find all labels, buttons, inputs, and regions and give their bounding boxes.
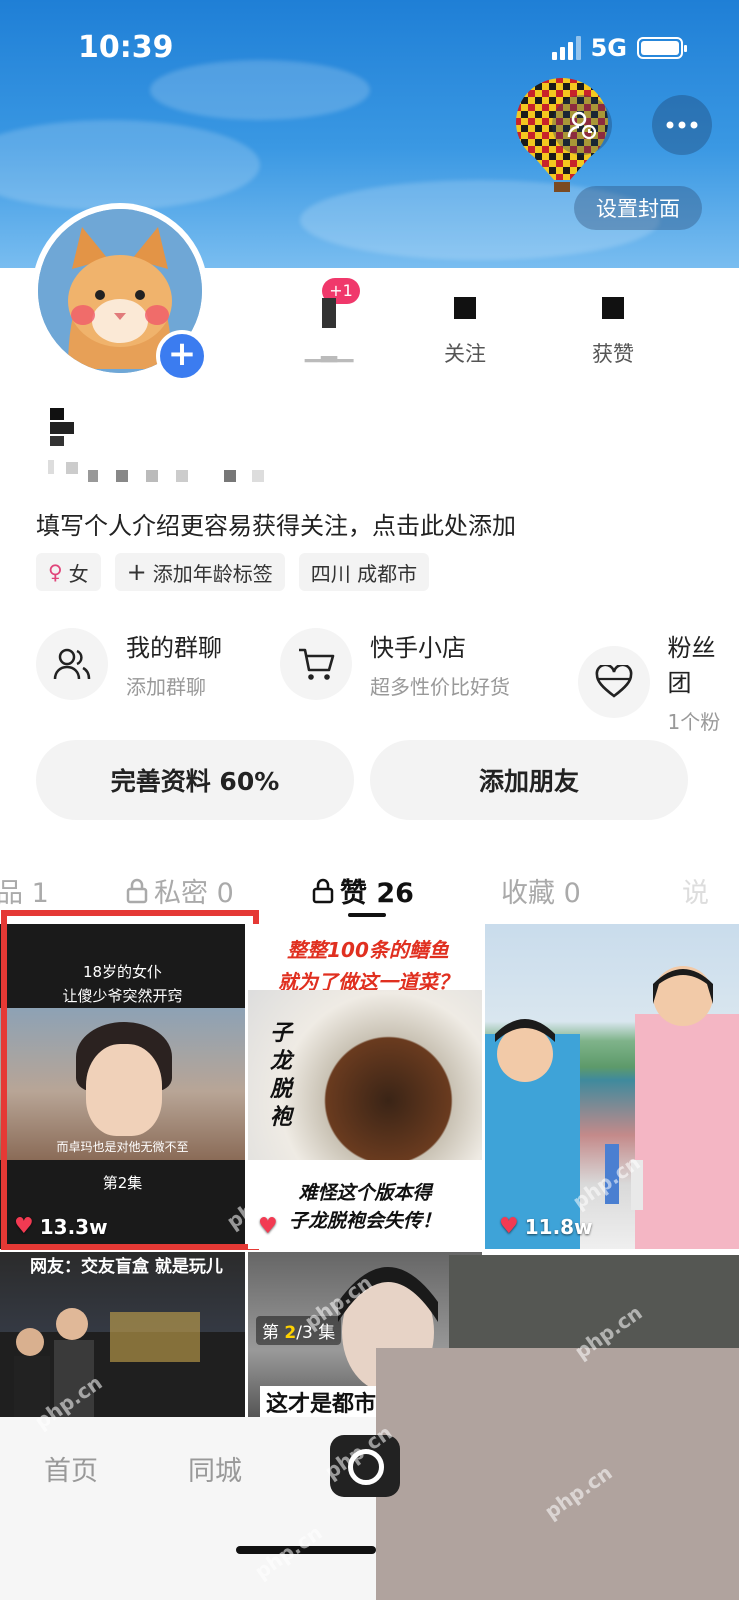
video-title: 网友：交友盲盒 就是玩儿 bbox=[30, 1257, 223, 1277]
bio-placeholder[interactable]: 填写个人介绍更容易获得关注，点击此处添加 bbox=[36, 506, 516, 541]
network-type: 5G bbox=[590, 34, 627, 62]
more-button[interactable] bbox=[652, 95, 712, 155]
service-subtitle: 1个粉 bbox=[667, 710, 721, 734]
tab-label: 品 1 bbox=[0, 878, 49, 909]
tab-favorites[interactable]: 收藏 0 bbox=[501, 871, 581, 910]
service-fan-group[interactable]: 粉丝团 1个粉 bbox=[578, 628, 739, 735]
tab-label: 收藏 0 bbox=[501, 878, 581, 909]
like-count: ♥ bbox=[258, 1214, 278, 1239]
bottom-navigation: 首页 同城 bbox=[0, 1417, 400, 1600]
service-title: 我的群聊 bbox=[126, 634, 222, 662]
stat-fans[interactable]: ▁▂▁ bbox=[274, 290, 384, 362]
status-indicators: 5G bbox=[551, 34, 687, 62]
stat-likes[interactable]: 获赞 bbox=[558, 290, 668, 368]
set-cover-button[interactable]: 设置封面 bbox=[574, 186, 702, 230]
location-label: 四川 成都市 bbox=[310, 561, 418, 586]
video-title: 整整100条的鳝鱼 就为了做这一道菜？ bbox=[278, 938, 458, 994]
video-tile[interactable]: ♥ 11.8w bbox=[485, 924, 739, 1249]
stat-label-redacted: ▁▂▁ bbox=[304, 338, 354, 362]
tab-label: 赞 26 bbox=[340, 878, 414, 909]
person-clock-icon bbox=[567, 111, 597, 140]
heart-icon: ♥ bbox=[258, 1214, 278, 1239]
video-caption: 这才是都市 bbox=[260, 1386, 383, 1417]
service-group-chat[interactable]: 我的群聊 添加群聊 bbox=[36, 628, 222, 700]
stat-label: 获赞 bbox=[592, 342, 634, 366]
gender-tag[interactable]: ♀ 女 bbox=[36, 553, 101, 591]
tab-private[interactable]: 私密 0 bbox=[126, 871, 234, 910]
heart-icon: ♥ bbox=[499, 1214, 519, 1239]
plus-icon: + bbox=[126, 558, 147, 586]
gender-label: 女 bbox=[68, 561, 89, 586]
profile-page: 10:39 5G 设置封面 + +1 ▁▂▁ 关注 获赞 填写个人介绍更容易获得… bbox=[0, 0, 739, 1600]
more-dots-icon bbox=[666, 121, 698, 129]
location-tag[interactable]: 四川 成都市 bbox=[298, 553, 430, 591]
add-age-tag[interactable]: + 添加年龄标签 bbox=[114, 553, 285, 591]
complete-profile-button[interactable]: 完善资料 60% bbox=[36, 740, 354, 820]
stat-value-redacted bbox=[558, 290, 668, 326]
age-tag-label: 添加年龄标签 bbox=[152, 561, 273, 586]
video-tile[interactable]: 网友：交友盲盒 就是玩儿 bbox=[0, 1252, 245, 1417]
profile-tags: ♀ 女 + 添加年龄标签 四川 成都市 bbox=[36, 553, 430, 591]
service-shop[interactable]: 快手小店 超多性价比好货 bbox=[280, 628, 510, 700]
visitors-button[interactable] bbox=[552, 95, 612, 155]
female-icon: ♀ bbox=[48, 560, 63, 584]
active-tab-indicator bbox=[348, 913, 386, 917]
group-icon bbox=[36, 628, 108, 700]
stat-label: 关注 bbox=[444, 342, 486, 366]
service-subtitle: 添加群聊 bbox=[126, 675, 206, 699]
service-subtitle: 超多性价比好货 bbox=[370, 675, 510, 699]
stat-value-redacted bbox=[274, 290, 384, 328]
add-friend-button[interactable]: 添加朋友 bbox=[370, 740, 688, 820]
tab-works[interactable]: 品 1 bbox=[0, 871, 49, 910]
lock-icon bbox=[312, 878, 334, 903]
nav-local[interactable]: 同城 bbox=[188, 1449, 242, 1488]
lock-icon bbox=[126, 878, 148, 903]
tab-likes[interactable]: 赞 26 bbox=[312, 871, 414, 910]
selection-highlight bbox=[1, 910, 259, 1250]
tab-more[interactable]: 说 bbox=[682, 871, 709, 910]
username-redacted bbox=[48, 408, 264, 482]
tab-label: 说 bbox=[682, 878, 709, 909]
heart-icon bbox=[578, 645, 650, 718]
service-title: 快手小店 bbox=[370, 634, 466, 662]
stat-following[interactable]: 关注 bbox=[410, 290, 520, 368]
stat-value-redacted bbox=[410, 290, 520, 326]
video-thumbnail bbox=[485, 966, 739, 1249]
occlusion-block bbox=[376, 1348, 739, 1600]
cart-icon bbox=[280, 628, 352, 700]
like-count: ♥ 11.8w bbox=[499, 1214, 593, 1239]
status-time: 10:39 bbox=[78, 30, 174, 65]
battery-icon bbox=[637, 37, 687, 59]
add-avatar-button[interactable]: + bbox=[156, 330, 208, 382]
nav-home[interactable]: 首页 bbox=[44, 1449, 98, 1488]
signal-icon bbox=[551, 36, 581, 60]
vertical-caption: 子龙脱袍 bbox=[270, 1021, 293, 1130]
service-title: 粉丝团 bbox=[667, 634, 716, 697]
tab-label: 私密 0 bbox=[154, 878, 234, 909]
